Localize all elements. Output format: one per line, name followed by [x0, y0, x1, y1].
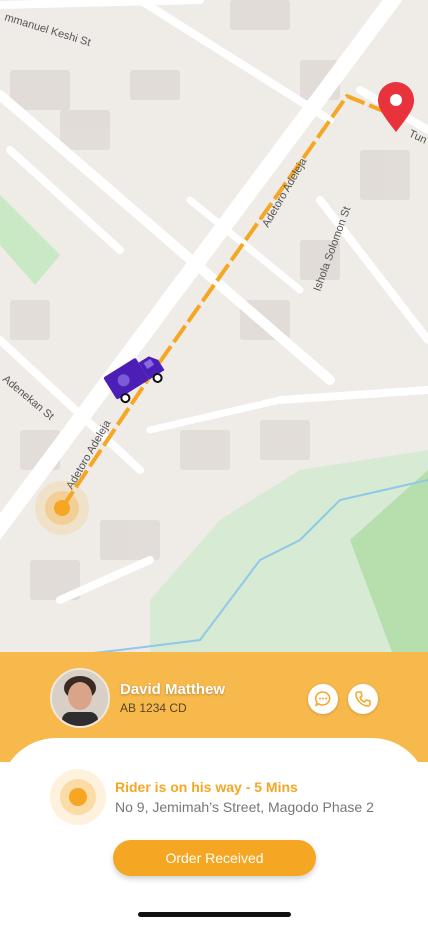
avatar-image — [52, 670, 108, 726]
order-received-button[interactable]: Order Received — [113, 840, 316, 876]
driver-name: David Matthew — [120, 681, 226, 698]
home-indicator[interactable] — [138, 912, 291, 917]
current-location-pulse-icon — [35, 481, 89, 535]
map-canvas: mmanuel Keshi St Adetoro Adeleja Ishola … — [0, 0, 428, 660]
call-button[interactable] — [348, 684, 378, 714]
status-sheet — [0, 738, 428, 926]
location-pulse-icon — [50, 769, 106, 825]
delivery-address: No 9, Jemimah’s Street, Magodo Phase 2 — [115, 799, 374, 815]
chat-bubble-icon — [315, 691, 331, 707]
chat-button[interactable] — [308, 684, 338, 714]
phone-icon — [355, 691, 371, 707]
plate-number: AB 1234 CD — [120, 701, 187, 715]
map-view[interactable]: mmanuel Keshi St Adetoro Adeleja Ishola … — [0, 0, 428, 660]
avatar[interactable] — [50, 668, 110, 728]
status-title: Rider is on his way - 5 Mins — [115, 779, 298, 795]
